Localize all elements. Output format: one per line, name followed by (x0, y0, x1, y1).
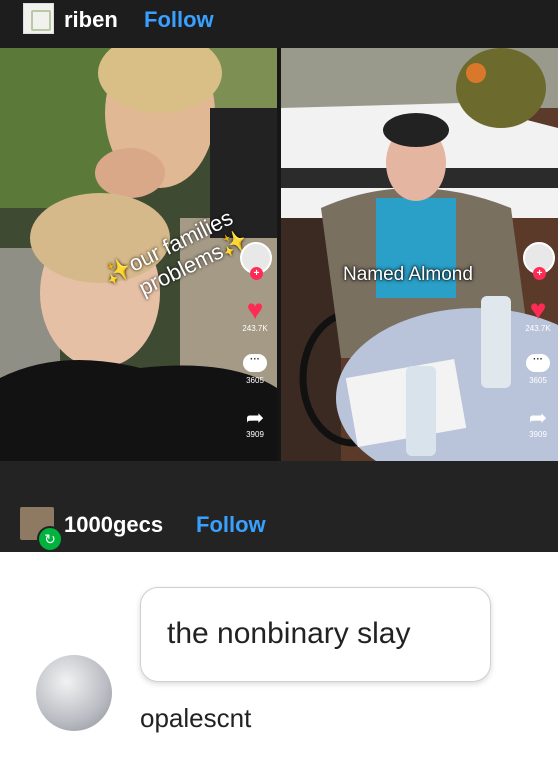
comment-text: the nonbinary slay (167, 617, 411, 650)
share-button[interactable]: ➦ 3909 (523, 405, 553, 440)
post-header: riben Follow (0, 0, 558, 48)
comment-button[interactable]: ··· 3605 (523, 354, 553, 385)
share-button[interactable]: ➦ 3909 (240, 405, 270, 440)
commenter-avatar[interactable] (36, 655, 112, 731)
reblog-icon: ↻ (37, 526, 63, 552)
plus-icon: + (250, 267, 263, 280)
creator-avatar-icon: + (240, 242, 272, 280)
reblog-header (0, 461, 558, 552)
creator-avatar-button[interactable]: + (240, 242, 272, 280)
riben-avatar[interactable] (23, 3, 54, 34)
like-count: 243.7K (525, 324, 551, 333)
video-left: ✨our families problems✨ + ♥ 243.7K ··· 3… (0, 48, 277, 461)
commenter-username[interactable]: opalescnt (140, 703, 251, 734)
heart-icon: ♥ (246, 294, 264, 325)
video-right-frame (281, 48, 558, 461)
like-button[interactable]: ♥ 243.7K (523, 294, 553, 334)
like-count: 243.7K (242, 324, 268, 333)
username-riben[interactable]: riben (64, 7, 118, 33)
creator-avatar-icon: + (523, 242, 555, 280)
plus-icon: + (533, 267, 546, 280)
comment-button[interactable]: ··· 3605 (240, 354, 270, 385)
username-1000gecs[interactable]: 1000gecs (64, 512, 163, 538)
follow-button[interactable]: Follow (144, 7, 214, 33)
video-screenshots: ✨our families problems✨ + ♥ 243.7K ··· 3… (0, 48, 558, 461)
comment-count: 3605 (529, 376, 547, 385)
heart-icon: ♥ (529, 294, 547, 325)
share-count: 3909 (529, 430, 547, 439)
like-button[interactable]: ♥ 243.7K (240, 294, 270, 334)
share-icon: ➦ (245, 405, 265, 430)
share-icon: ➦ (528, 405, 548, 430)
follow-button-2[interactable]: Follow (196, 512, 266, 538)
creator-avatar-button[interactable]: + (523, 242, 555, 280)
video-right-caption: Named Almond (343, 264, 473, 285)
comment-icon: ··· (243, 354, 267, 372)
share-count: 3909 (246, 430, 264, 439)
video-right: Named Almond + ♥ 243.7K ··· 3605 ➦ 3909 (281, 48, 558, 461)
comment-count: 3605 (246, 376, 264, 385)
comment-icon: ··· (526, 354, 550, 372)
